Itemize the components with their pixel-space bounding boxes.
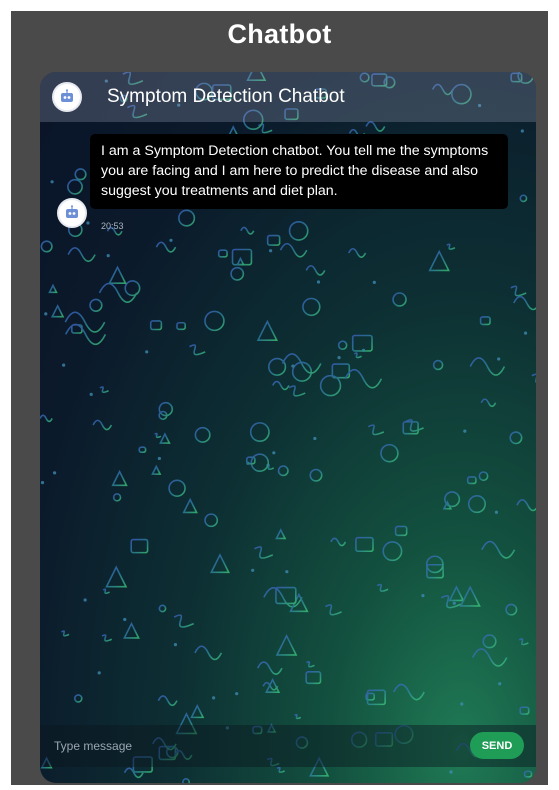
message-bubble: I am a Symptom Detection chatbot. You te… xyxy=(90,134,508,209)
chat-window: Symptom Detection Chatbot I am a Symptom… xyxy=(40,72,536,783)
send-button[interactable]: SEND xyxy=(470,732,524,759)
message-timestamp: 20:53 xyxy=(101,221,124,231)
message-input-area: SEND xyxy=(40,725,536,767)
chat-title: Symptom Detection Chatbot xyxy=(107,86,345,107)
robot-icon xyxy=(52,82,82,112)
chat-header: Symptom Detection Chatbot xyxy=(40,72,536,122)
robot-icon xyxy=(57,198,87,228)
page-container: Chatbot Symptom Detection Chatbot I am a… xyxy=(11,11,548,785)
message-input[interactable] xyxy=(48,736,470,756)
page-title: Chatbot xyxy=(227,19,332,49)
